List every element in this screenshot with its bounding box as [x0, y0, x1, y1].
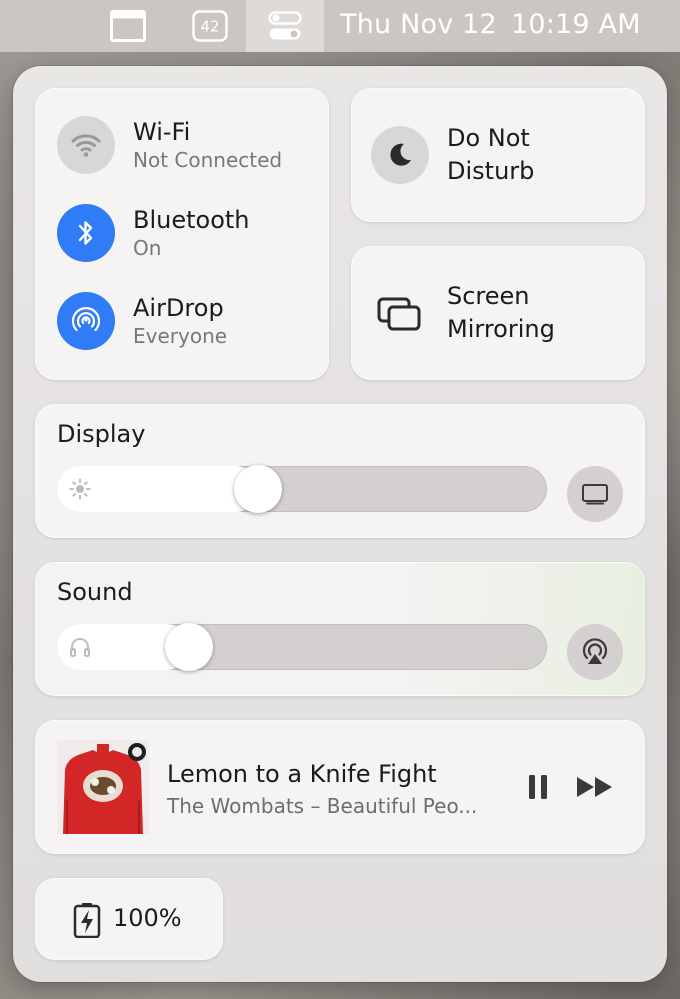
brightness-knob[interactable]	[233, 465, 282, 513]
do-not-disturb-line1: Do Not	[447, 124, 530, 152]
wifi-icon[interactable]	[57, 116, 115, 174]
airdrop-row[interactable]: AirDrop Everyone	[57, 292, 327, 352]
airdrop-icon[interactable]	[57, 292, 115, 350]
display-icon[interactable]	[567, 466, 623, 522]
battery-tile[interactable]: 100%	[35, 878, 223, 960]
now-playing-tile[interactable]: Lemon to a Knife Fight The Wombats – Bea…	[35, 720, 645, 854]
do-not-disturb-label: Do Not Disturb	[447, 122, 534, 188]
airplay-audio-icon[interactable]	[567, 624, 623, 680]
headphones-icon	[70, 638, 90, 657]
airdrop-title: AirDrop	[133, 294, 224, 322]
display-tile: Display	[35, 404, 645, 538]
do-not-disturb-line2: Disturb	[447, 157, 535, 185]
display-title: Display	[57, 420, 146, 448]
sound-title: Sound	[57, 578, 133, 606]
menubar-time: 10:19 AM	[510, 9, 641, 40]
screen-mirroring-line1: Screen	[447, 282, 530, 310]
bluetooth-row[interactable]: Bluetooth On	[57, 204, 327, 264]
sun-icon	[69, 478, 91, 500]
menubar-date: Thu Nov 12	[340, 9, 497, 40]
wifi-title: Wi-Fi	[133, 118, 191, 146]
window-icon[interactable]	[108, 8, 148, 44]
screen-mirroring-line2: Mirroring	[447, 315, 555, 343]
volume-knob[interactable]	[165, 623, 214, 671]
airdrop-status: Everyone	[133, 324, 228, 348]
battery-charging-icon	[73, 903, 101, 938]
screen-mirroring-label: Screen Mirroring	[447, 280, 555, 346]
bluetooth-title: Bluetooth	[133, 206, 250, 234]
volume-slider[interactable]	[57, 623, 547, 671]
pause-icon[interactable]	[523, 772, 553, 802]
wifi-status: Not Connected	[133, 148, 283, 172]
wifi-row[interactable]: Wi-Fi Not Connected	[57, 116, 327, 176]
screen-mirroring-icon	[371, 284, 429, 342]
sound-tile: Sound	[35, 562, 645, 696]
screen-mirroring-tile[interactable]: Screen Mirroring	[351, 246, 645, 380]
bluetooth-icon[interactable]	[57, 204, 115, 262]
brightness-slider[interactable]	[57, 465, 547, 513]
song-title: Lemon to a Knife Fight	[167, 760, 437, 788]
do-not-disturb-tile[interactable]: Do Not Disturb	[351, 88, 645, 222]
control-center-panel: Wi-Fi Not Connected Bluetooth On AirDrop…	[13, 66, 667, 982]
fast-forward-icon[interactable]	[575, 772, 615, 802]
activity-badge[interactable]: 42	[190, 8, 230, 44]
network-tile: Wi-Fi Not Connected Bluetooth On AirDrop…	[35, 88, 329, 380]
badge-number: 42	[200, 18, 219, 36]
menubar-clock[interactable]: Thu Nov 12 10:19 AM	[340, 0, 641, 52]
artist-album: The Wombats – Beautiful Peo...	[167, 794, 478, 818]
album-art[interactable]	[57, 740, 149, 834]
bluetooth-status: On	[133, 236, 162, 260]
menu-bar: 42 Thu Nov 12 10:19 AM	[0, 0, 680, 52]
moon-icon	[371, 126, 429, 184]
control-center-icon[interactable]	[246, 0, 324, 52]
battery-percent: 100%	[113, 904, 182, 932]
